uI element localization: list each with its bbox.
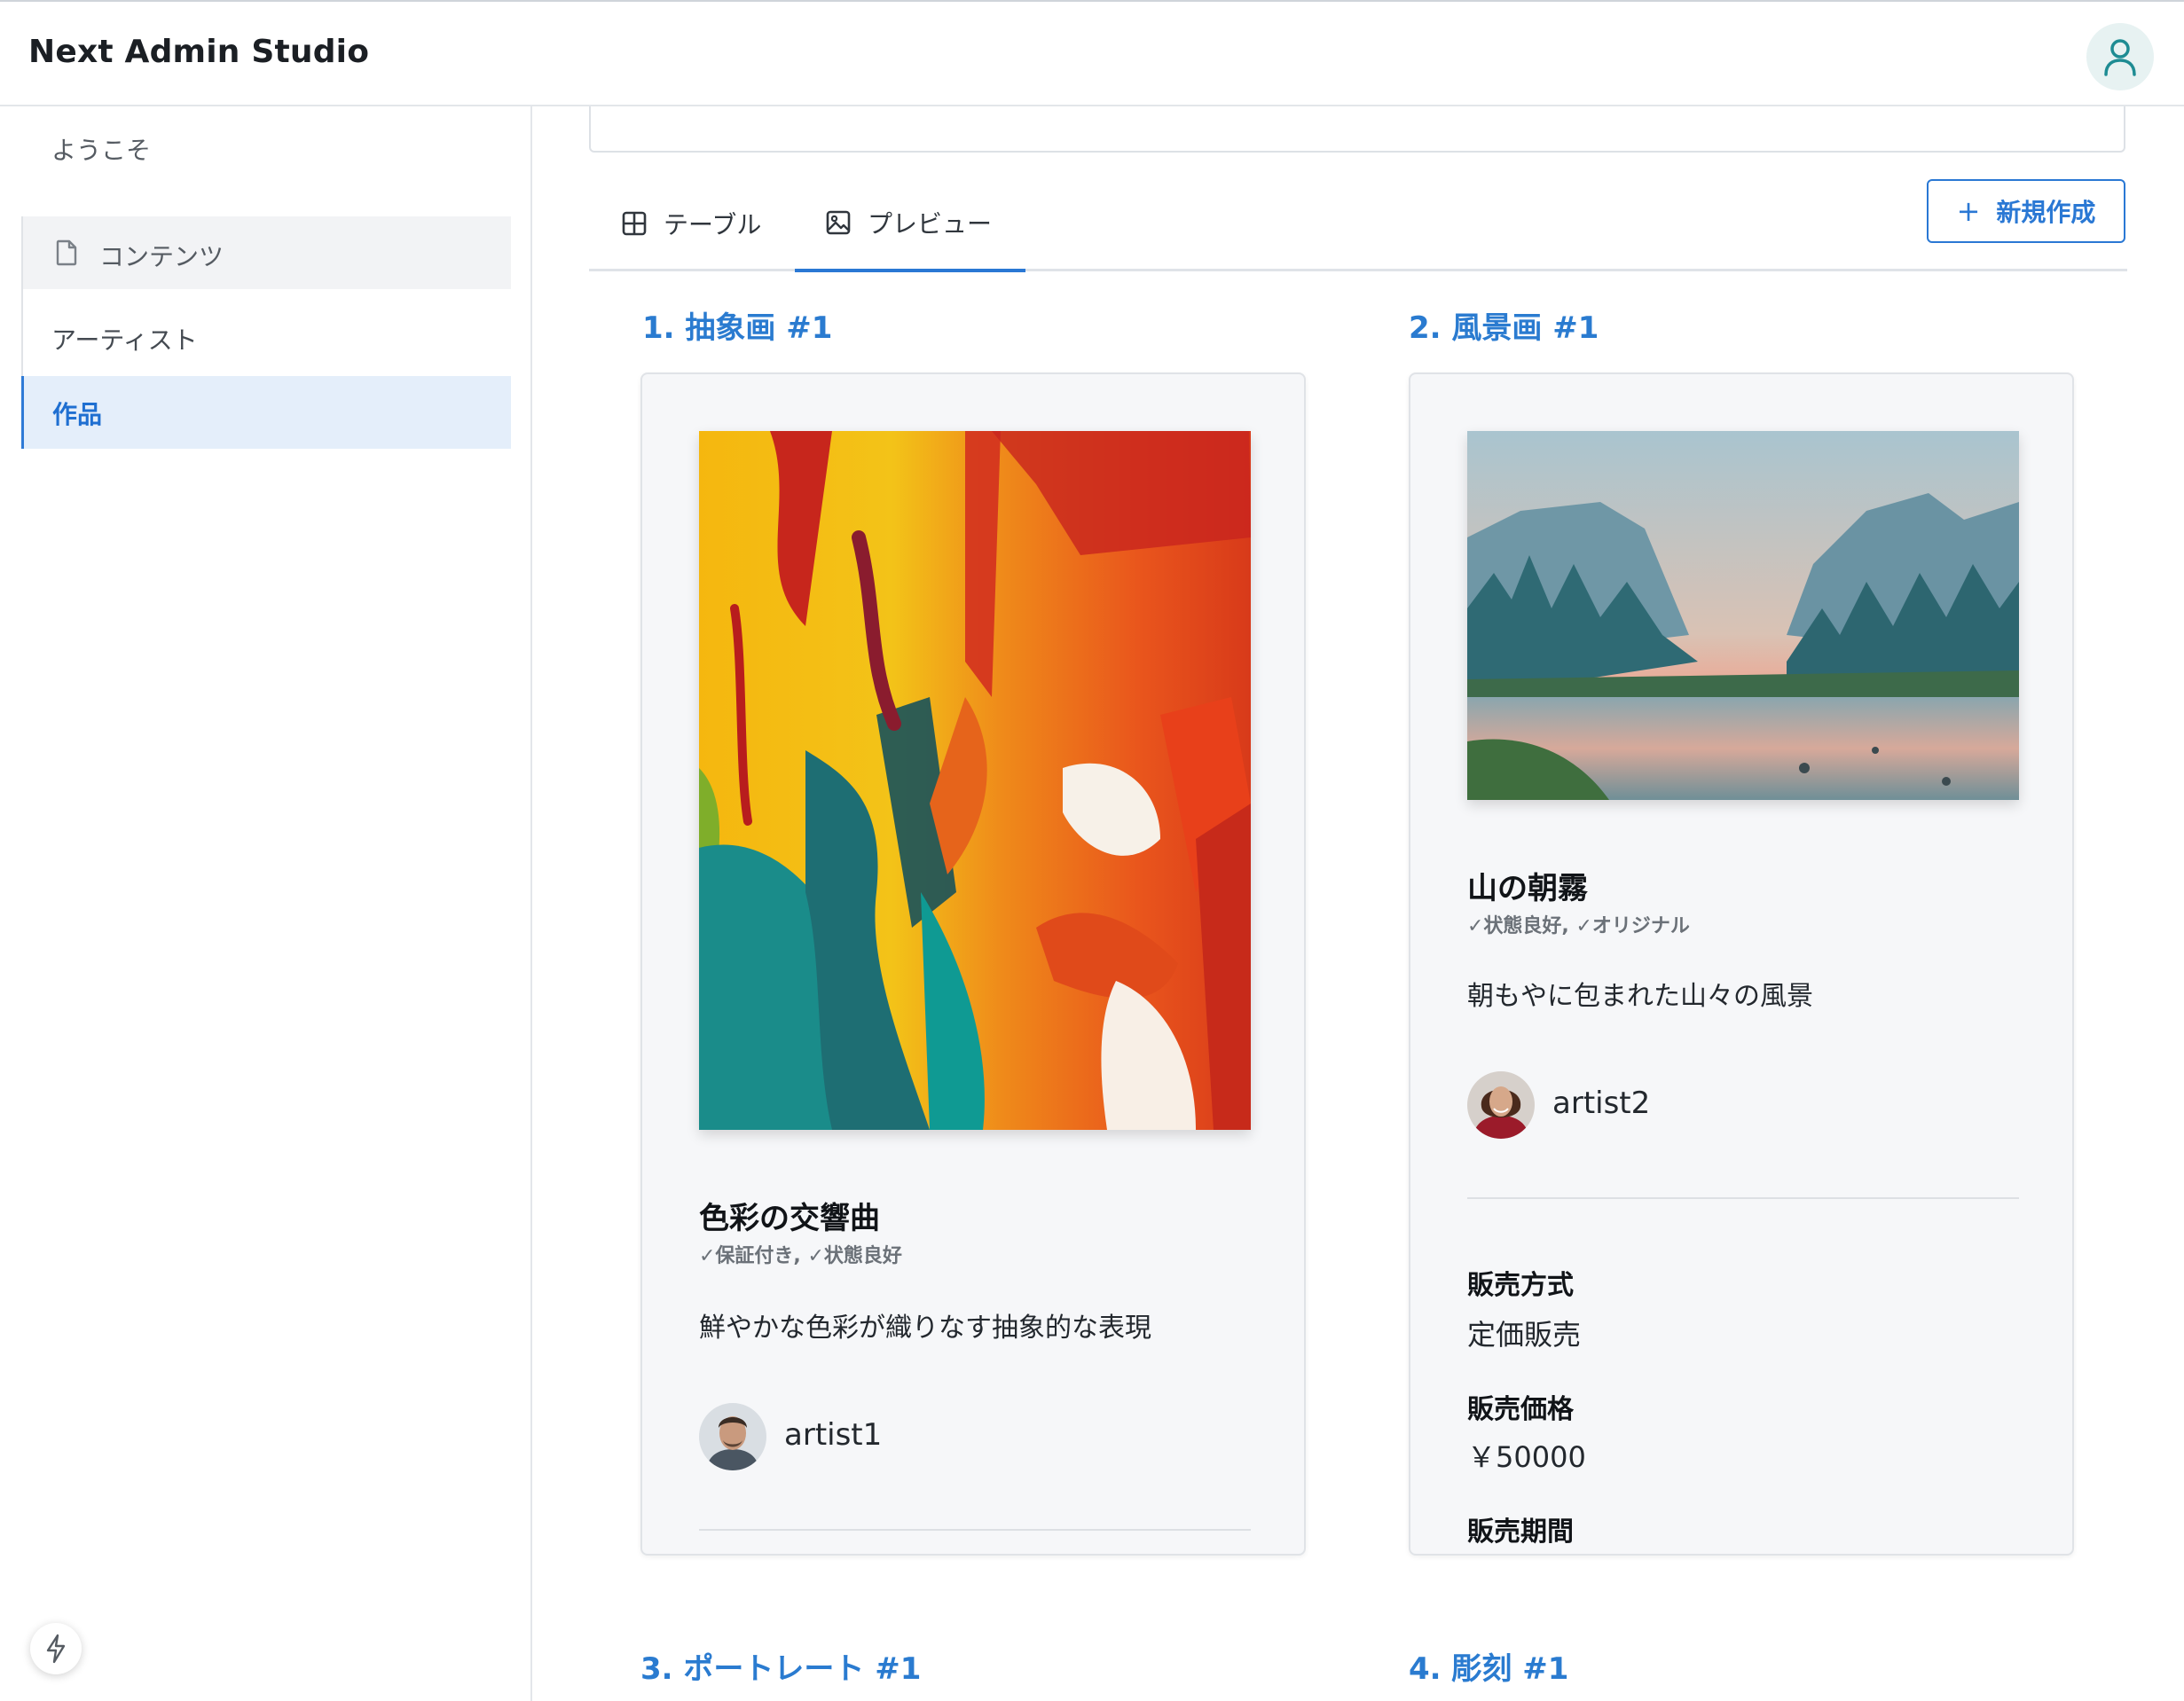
user-menu-button[interactable]	[2086, 23, 2154, 90]
tab-preview[interactable]: プレビュー	[795, 176, 1025, 272]
work-image[interactable]	[699, 431, 1251, 1130]
welcome-text: ようこそ	[51, 136, 152, 165]
app-header: Next Admin Studio	[0, 0, 2184, 106]
work-title: 色彩の交響曲	[699, 1201, 880, 1236]
main-content: テーブル プレビュー + 新規作成 1. 抽象画 #1 色彩の交響曲 ✓保証付き…	[534, 106, 2184, 1701]
sidebar: ようこそ コンテンツ アーティスト 作品	[0, 106, 532, 1701]
sidebar-group-contents[interactable]: コンテンツ	[21, 216, 511, 289]
create-new-button[interactable]: + 新規作成	[1927, 179, 2125, 243]
plus-icon: +	[1956, 194, 1981, 228]
app-title: Next Admin Studio	[28, 34, 370, 70]
work-description: 鮮やかな色彩が織りなす抽象的な表現	[699, 1313, 1151, 1344]
lightning-icon	[46, 1634, 66, 1664]
tab-label: テーブル	[664, 210, 762, 239]
work-tags: ✓保証付き, ✓状態良好	[699, 1245, 902, 1267]
create-new-label: 新規作成	[1996, 198, 2096, 227]
work-tags: ✓状態良好, ✓オリジナル	[1467, 915, 1690, 937]
work-image[interactable]	[1467, 431, 2019, 800]
landscape-photo-image	[1467, 431, 2019, 800]
tab-label: プレビュー	[868, 208, 993, 239]
section-title[interactable]: 3. ポートレート #1	[640, 1644, 921, 1688]
field-value-sales-method: 定価販売	[1467, 1318, 1582, 1352]
search-panel	[589, 106, 2125, 153]
sidebar-item-artists[interactable]: アーティスト	[21, 302, 511, 374]
artist-avatar	[699, 1403, 766, 1470]
table-icon	[622, 211, 647, 236]
sidebar-item-label: アーティスト	[51, 325, 198, 355]
card-divider	[1467, 1197, 2019, 1199]
work-card: 山の朝霧 ✓状態良好, ✓オリジナル 朝もやに包まれた山々の風景 artist2…	[1409, 372, 2074, 1556]
view-tabs: テーブル プレビュー	[589, 176, 2127, 272]
artist-photo-image	[1467, 1071, 1535, 1139]
artist-avatar	[1467, 1071, 1535, 1139]
work-description: 朝もやに包まれた山々の風景	[1467, 981, 1813, 1012]
field-label-sales-period: 販売期間	[1467, 1517, 1574, 1548]
abstract-painting-image	[699, 431, 1251, 1130]
tab-table[interactable]: テーブル	[621, 176, 761, 271]
document-icon	[56, 239, 77, 266]
section-title[interactable]: 1. 抽象画 #1	[642, 303, 832, 347]
image-icon	[826, 210, 851, 234]
section-title[interactable]: 2. 風景画 #1	[1409, 303, 1599, 347]
sidebar-group-label: コンテンツ	[99, 242, 224, 271]
field-value-price: ￥50000	[1467, 1440, 1586, 1474]
user-icon	[2104, 39, 2136, 76]
dev-tools-button[interactable]	[30, 1623, 82, 1674]
artist-name[interactable]: artist1	[784, 1417, 882, 1453]
work-card: 色彩の交響曲 ✓保証付き, ✓状態良好 鮮やかな色彩が織りなす抽象的な表現 ar…	[640, 372, 1306, 1556]
sidebar-item-label: 作品	[52, 400, 103, 429]
card-divider	[699, 1529, 1251, 1531]
artist-photo-image	[699, 1403, 766, 1470]
field-label-price: 販売価格	[1467, 1394, 1574, 1425]
work-title: 山の朝霧	[1467, 871, 1588, 906]
artist-name[interactable]: artist2	[1552, 1086, 1650, 1121]
sidebar-item-works[interactable]: 作品	[21, 376, 511, 449]
field-label-sales-method: 販売方式	[1467, 1270, 1574, 1301]
section-title[interactable]: 4. 彫刻 #1	[1409, 1644, 1568, 1688]
